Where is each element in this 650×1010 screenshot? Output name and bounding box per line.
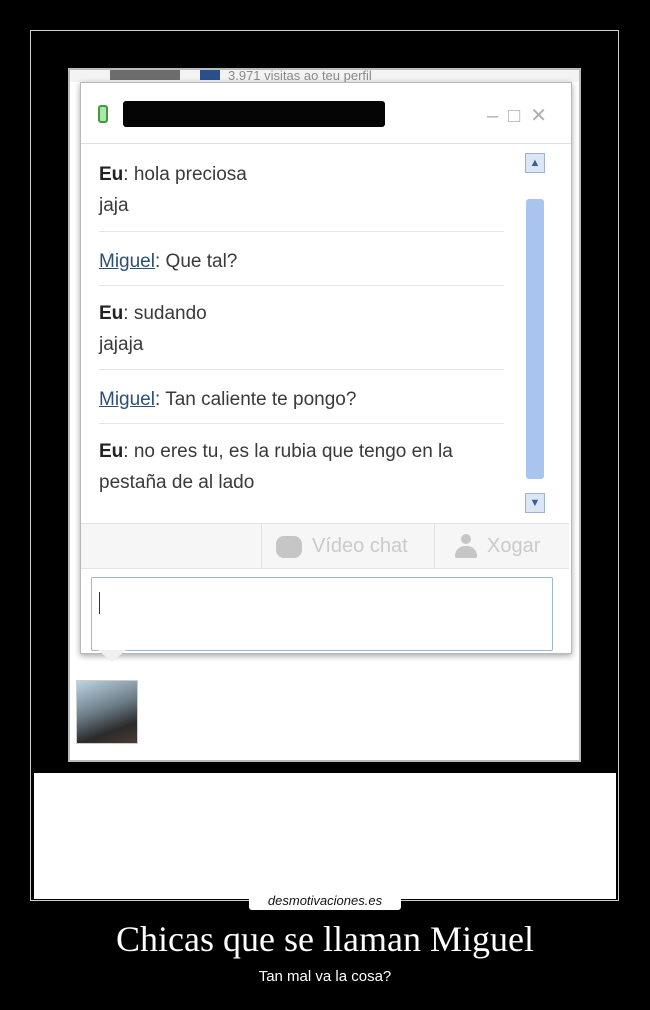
profile-visits-strip: 3.971 visitas ao teu perfil <box>70 70 579 82</box>
message-text: no eres tu, es la rubia que tengo en la <box>133 441 453 462</box>
profile-photo-thumb <box>110 70 180 80</box>
message-sender: Eu <box>99 441 124 462</box>
video-camera-icon <box>276 535 302 558</box>
play-label: Xogar <box>487 535 541 557</box>
message-text: Que tal? <box>165 251 238 272</box>
chat-message-input[interactable] <box>91 577 553 651</box>
chat-pointer-tab <box>98 650 126 662</box>
message-scrollbar[interactable]: ▲ ▼ <box>525 153 547 513</box>
message-divider <box>99 423 504 424</box>
video-chat-button[interactable]: Vídeo chat <box>261 524 435 568</box>
redacted-contact-name <box>123 101 385 127</box>
profile-visits-text: 3.971 visitas ao teu perfil <box>228 70 372 82</box>
message-text: hola preciosa <box>133 164 247 185</box>
message-divider <box>99 369 504 370</box>
chat-window: –□✕ Eu: hola preciosa jaja Miguel: Que t… <box>80 82 572 654</box>
maximize-icon[interactable]: □ <box>508 105 530 127</box>
mobile-status-icon <box>98 105 108 123</box>
scroll-down-icon[interactable]: ▼ <box>525 493 545 513</box>
message-sender: Eu <box>99 303 124 324</box>
message-text: Tan caliente te pongo? <box>165 389 357 410</box>
message-miguel-1: Miguel: Que tal? <box>99 251 238 272</box>
message-text-line: pestaña de al lado <box>99 472 255 493</box>
chat-screenshot: 3.971 visitas ao teu perfil –□✕ Eu: hola… <box>68 68 581 762</box>
message-sender: Eu <box>99 164 124 185</box>
message-text-line: jaja <box>99 195 129 216</box>
window-controls: –□✕ <box>487 103 557 128</box>
chat-action-bar: Vídeo chat Xogar <box>81 523 569 569</box>
poster-subtitle: Tan mal va la cosa? <box>258 968 392 985</box>
poster-title: Chicas que se llaman Miguel <box>116 919 534 959</box>
message-text: sudando <box>133 303 207 324</box>
close-icon[interactable]: ✕ <box>530 105 557 127</box>
message-divider <box>99 285 504 286</box>
contact-avatar[interactable] <box>76 680 138 744</box>
person-icon <box>455 533 477 560</box>
message-miguel-2: Miguel: Tan caliente te pongo? <box>99 389 357 410</box>
video-chat-label: Vídeo chat <box>312 535 408 557</box>
message-divider <box>99 231 504 232</box>
brand-watermark: desmotivaciones.es <box>249 892 401 910</box>
stats-icon <box>200 70 220 80</box>
message-eu-3: Eu: no eres tu, es la rubia que tengo en… <box>99 441 453 493</box>
poster-blank-panel <box>34 773 616 899</box>
message-sender-link[interactable]: Miguel <box>99 389 155 410</box>
message-eu-2: Eu: sudando jajaja <box>99 303 207 355</box>
message-text-line: jajaja <box>99 334 144 355</box>
scroll-up-icon[interactable]: ▲ <box>525 153 545 173</box>
scroll-thumb[interactable] <box>526 199 544 479</box>
minimize-icon[interactable]: – <box>487 105 508 127</box>
message-sender-link[interactable]: Miguel <box>99 251 155 272</box>
message-eu-1: Eu: hola preciosa jaja <box>99 164 247 216</box>
text-caret <box>99 592 100 614</box>
message-list: Eu: hola preciosa jaja Miguel: Que tal? … <box>81 143 551 513</box>
play-game-button[interactable]: Xogar <box>441 524 569 568</box>
chat-titlebar: –□✕ <box>81 83 571 144</box>
